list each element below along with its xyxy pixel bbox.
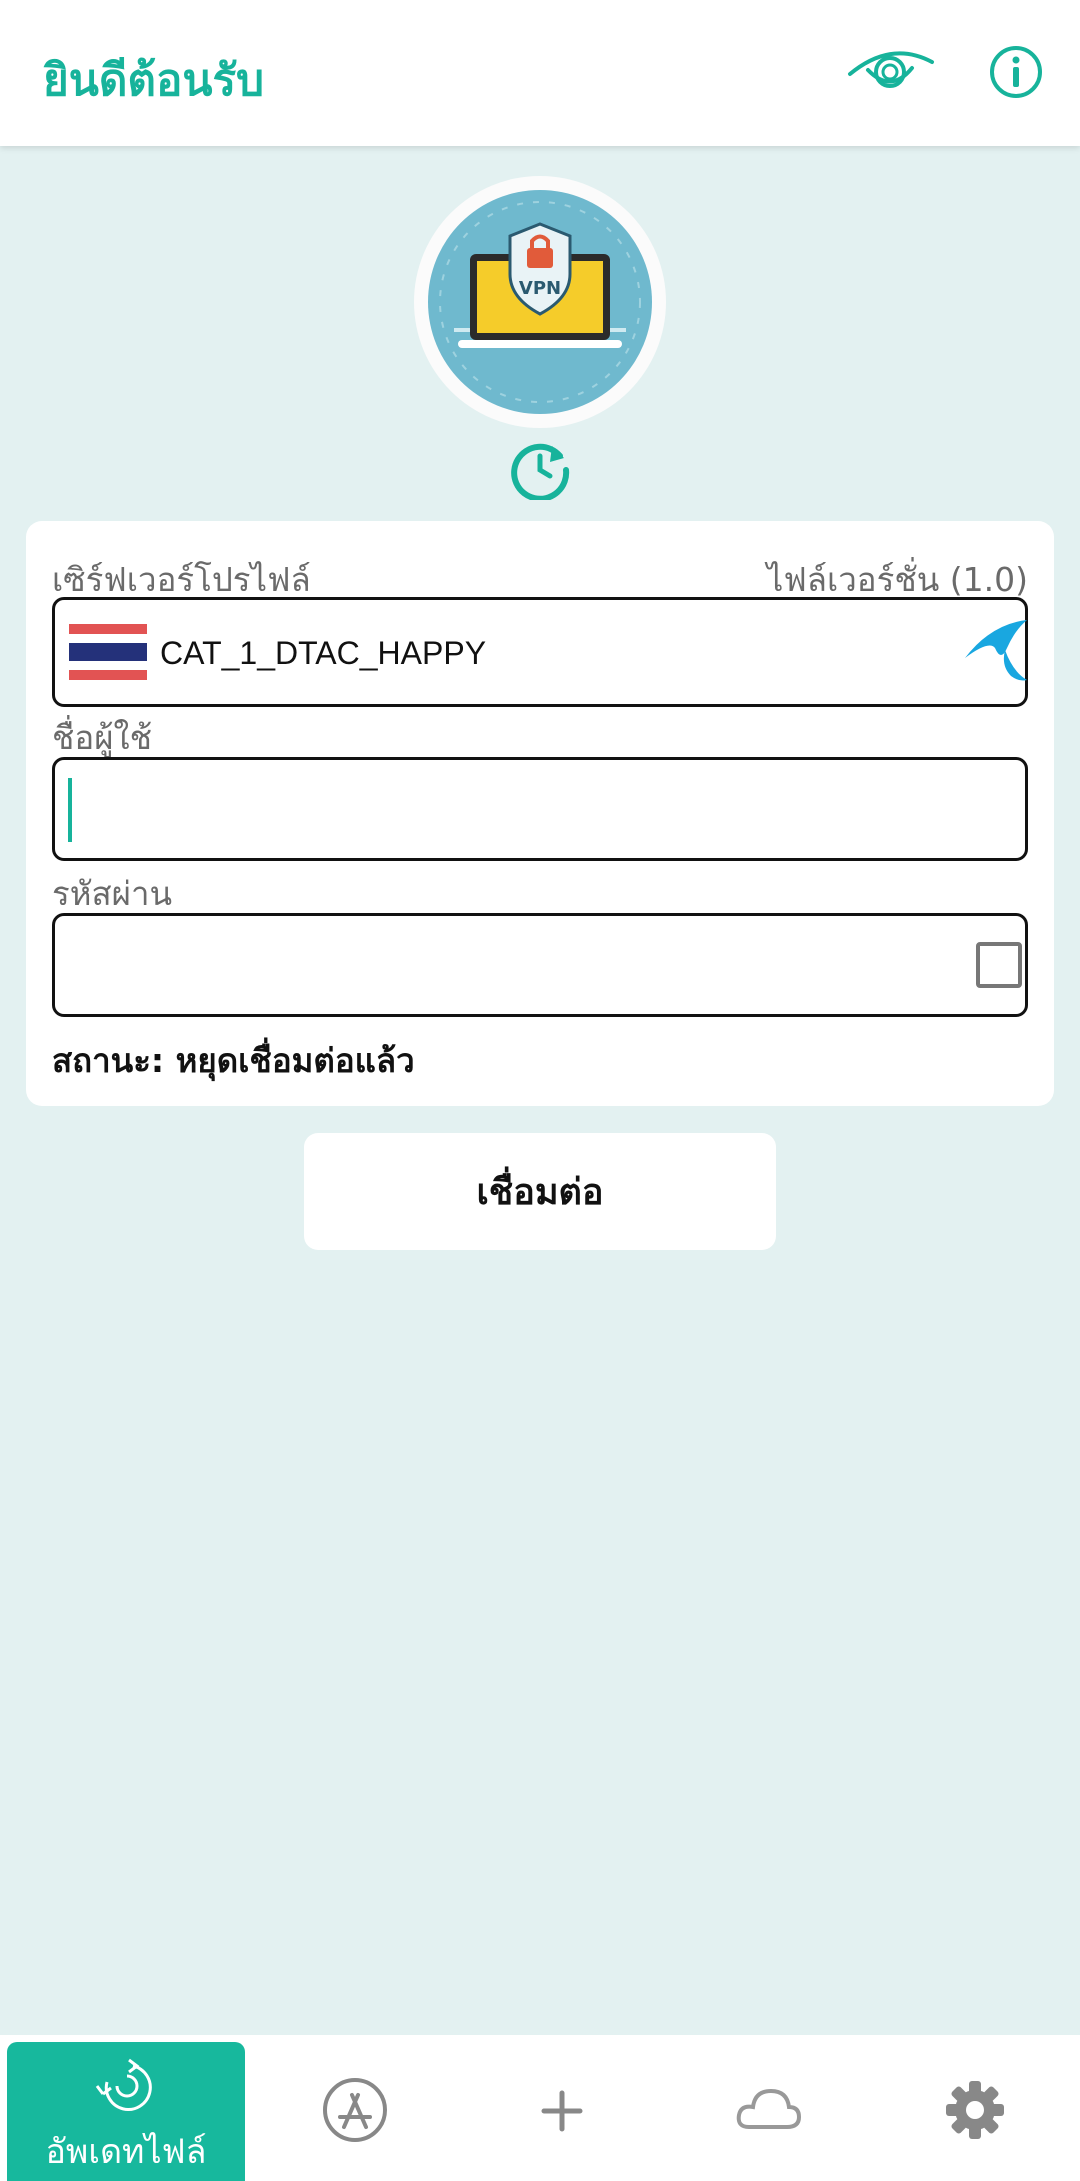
connect-button[interactable]: เชื่อมต่อ (304, 1133, 776, 1250)
bottom-navigation: อัพเดทไฟล์ (0, 2035, 1080, 2181)
gear-icon[interactable] (940, 2075, 1010, 2145)
update-file-icon (95, 2058, 152, 2111)
nav-update-file-label: อัพเดทไฟล์ (45, 2132, 207, 2172)
history-icon[interactable] (508, 436, 572, 500)
connection-card: เซิร์ฟเวอร์โปรไฟล์ ไฟล์เวอร์ชั่น (1.0) C… (26, 521, 1054, 1106)
app-bar: ยินดีต้อนรับ (0, 0, 1080, 146)
cloud-icon[interactable] (733, 2075, 803, 2145)
password-field[interactable] (52, 913, 1028, 1017)
text-cursor (68, 778, 72, 842)
app-store-icon[interactable] (320, 2075, 390, 2145)
thailand-flag-icon (69, 624, 147, 680)
vpn-logo: VPN (414, 176, 666, 428)
username-field[interactable] (52, 757, 1028, 861)
connection-status: สถานะ: หยุดเชื่อมต่อแล้ว (52, 1041, 415, 1080)
server-profile-selector[interactable]: CAT_1_DTAC_HAPPY (52, 597, 1028, 707)
welcome-title: ยินดีต้อนรับ (43, 55, 265, 106)
plus-icon[interactable] (527, 2075, 597, 2145)
vpn-logo-graphic: VPN (428, 190, 652, 414)
eye-icon[interactable] (846, 42, 936, 102)
info-icon[interactable] (988, 44, 1044, 100)
server-name: CAT_1_DTAC_HAPPY (160, 635, 487, 671)
show-password-checkbox[interactable] (976, 942, 1022, 988)
carrier-logo-icon (965, 620, 1027, 681)
vpn-logo-text: VPN (519, 278, 561, 299)
nav-update-file[interactable]: อัพเดทไฟล์ (7, 2042, 245, 2181)
